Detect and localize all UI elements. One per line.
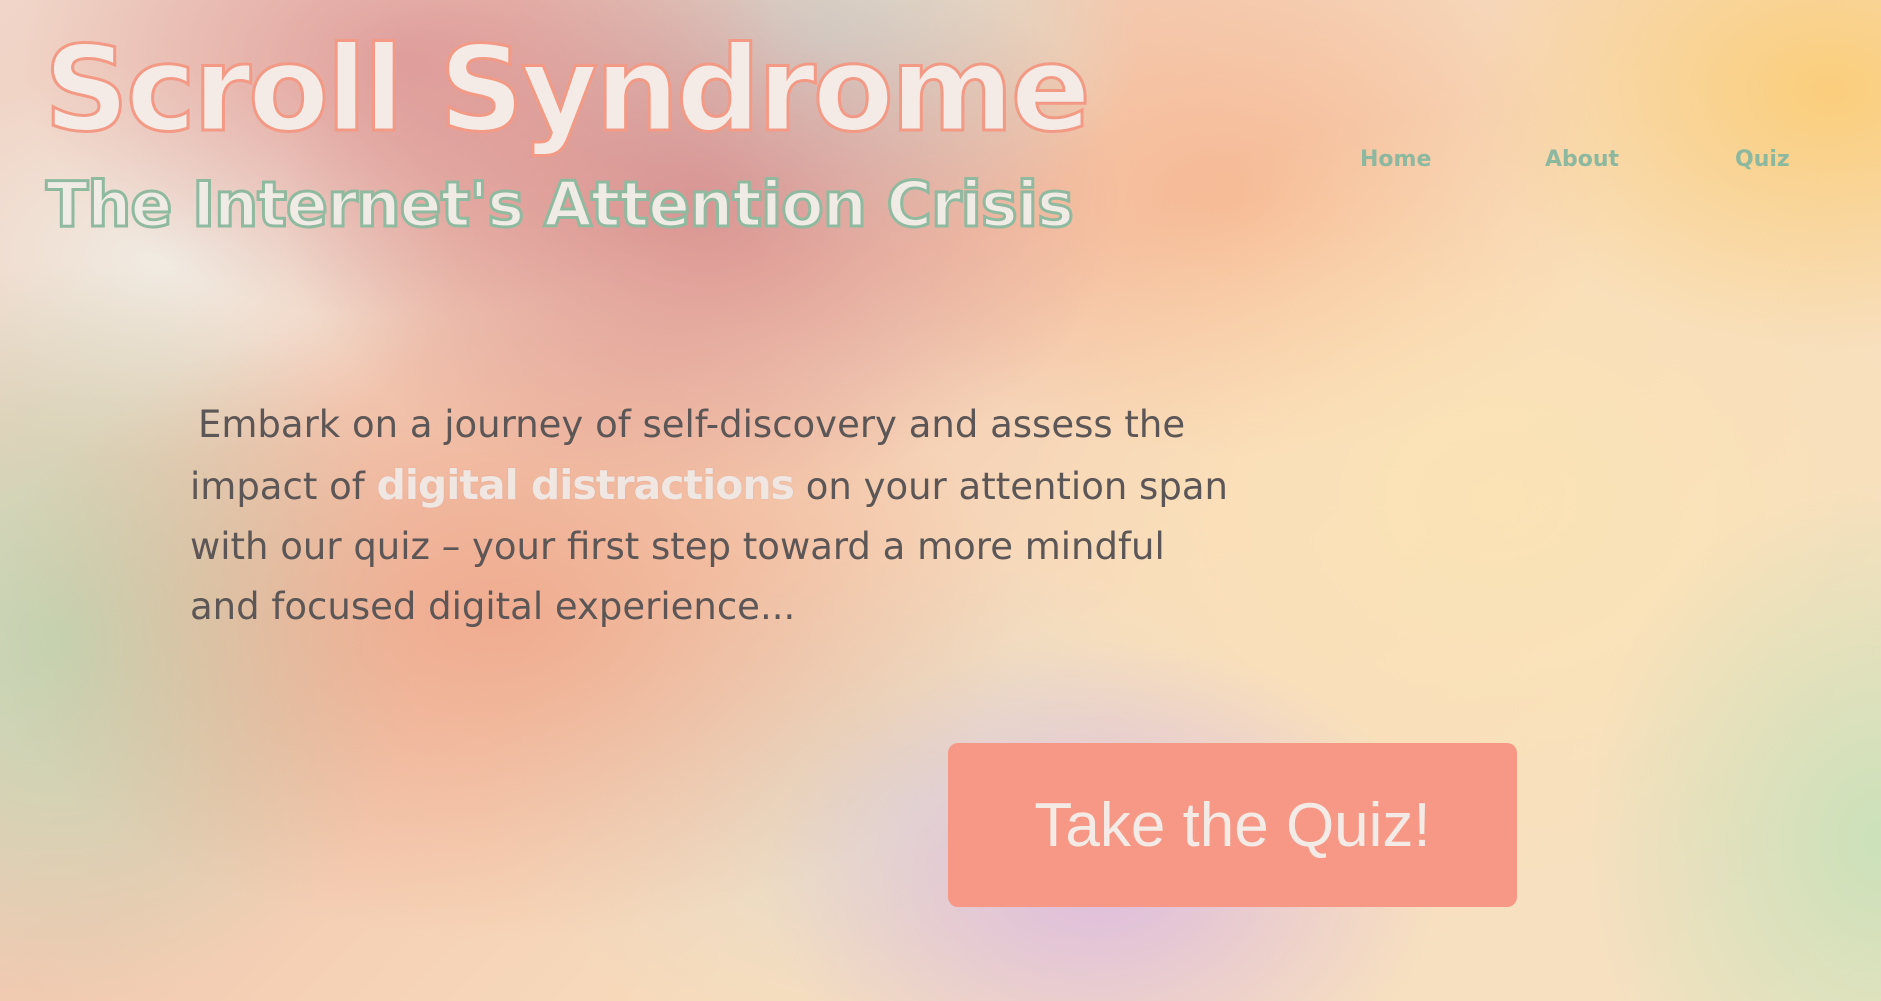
nav-link-home[interactable]: Home — [1360, 147, 1431, 172]
take-quiz-button[interactable]: Take the Quiz! — [948, 743, 1517, 907]
intro-highlight: digital distractions — [376, 461, 795, 509]
site-subtitle: The Internet's Attention Crisis — [45, 168, 1076, 241]
site-title: Scroll Syndrome — [43, 20, 1093, 158]
nav-link-about[interactable]: About — [1545, 147, 1619, 172]
nav-link-quiz[interactable]: Quiz — [1735, 147, 1790, 172]
intro-paragraph: Embark on a journey of self-discovery an… — [190, 395, 1230, 637]
main-nav: Home About Quiz — [1330, 147, 1860, 177]
